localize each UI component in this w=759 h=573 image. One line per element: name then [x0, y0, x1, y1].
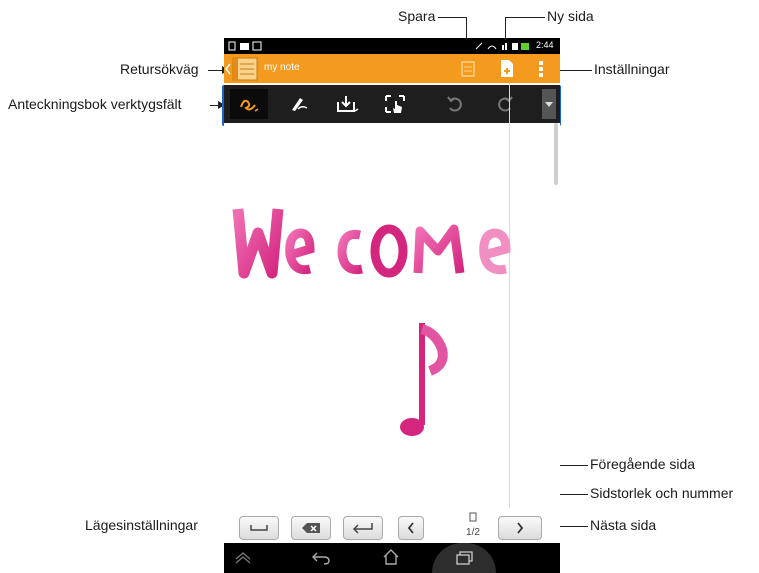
undo-tool[interactable] [436, 89, 474, 119]
callout-sidstorlek: Sidstorlek och nummer [590, 485, 734, 501]
action-bar: my note [224, 54, 560, 83]
enter-button[interactable] [343, 516, 383, 540]
callout-installningar: Inställningar [594, 61, 670, 77]
backspace-button[interactable] [291, 516, 331, 540]
signal-battery-icons [475, 42, 529, 50]
backspace-icon [302, 523, 320, 533]
select-icon [385, 95, 405, 113]
back-icon[interactable] [312, 551, 330, 565]
callout-anteckningsbok: Anteckningsbok verktygsfält [8, 96, 182, 112]
recent-apps-icon [456, 551, 473, 565]
chevron-left-icon [225, 63, 231, 75]
navigation-bar [224, 543, 560, 573]
pen-tool[interactable] [280, 89, 318, 119]
save-icon[interactable] [460, 60, 476, 78]
overflow-icon [545, 102, 553, 107]
device-screen: 2:44 my note 1/2 [224, 38, 560, 573]
bottom-bar: 1/2 [224, 508, 560, 543]
welcome-handwriting [232, 208, 511, 436]
callout-foregaende-sida: Föregående sida [590, 456, 696, 472]
notification-icons [228, 41, 262, 51]
chevron-right-icon [517, 522, 524, 534]
select-tool[interactable] [376, 89, 414, 119]
recent-apps-button[interactable] [432, 543, 496, 573]
status-time: 2:44 [536, 40, 554, 50]
pen-icon [292, 98, 308, 111]
home-icon[interactable] [382, 549, 400, 565]
page-icon [469, 512, 477, 522]
chevron-up-icon[interactable] [234, 551, 252, 565]
page-size-indicator[interactable]: 1/2 [460, 512, 486, 542]
chevron-left-icon [407, 522, 414, 534]
space-button[interactable] [239, 516, 279, 540]
insert-tool[interactable] [328, 89, 366, 119]
next-page-button[interactable] [498, 516, 542, 540]
notebook-icon [232, 57, 258, 81]
notebook-title: my note [264, 62, 300, 73]
new-page-icon[interactable] [499, 59, 515, 79]
space-icon [250, 525, 268, 531]
callout-ny-sida: Ny sida [547, 8, 594, 24]
return-path-button[interactable] [224, 57, 264, 81]
callout-spara: Spara [398, 8, 436, 24]
insert-icon [337, 96, 359, 112]
callout-nasta-sida: Nästa sida [590, 517, 657, 533]
callout-retursokvag: Retursökväg [120, 61, 199, 77]
callout-lagesinstallningar: Lägesinställningar [85, 517, 198, 533]
redo-icon [498, 96, 513, 112]
redo-tool[interactable] [486, 89, 524, 119]
enter-icon [352, 523, 373, 534]
note-canvas[interactable] [224, 83, 560, 508]
previous-page-button[interactable] [398, 516, 424, 540]
page-number: 1/2 [466, 527, 480, 538]
undo-icon [447, 96, 462, 112]
toolbar-overflow-button[interactable] [542, 89, 556, 119]
handwriting-icon [240, 99, 259, 112]
menu-icon[interactable] [538, 60, 544, 78]
handwriting-tool[interactable] [230, 89, 268, 119]
status-bar: 2:44 [224, 38, 560, 54]
